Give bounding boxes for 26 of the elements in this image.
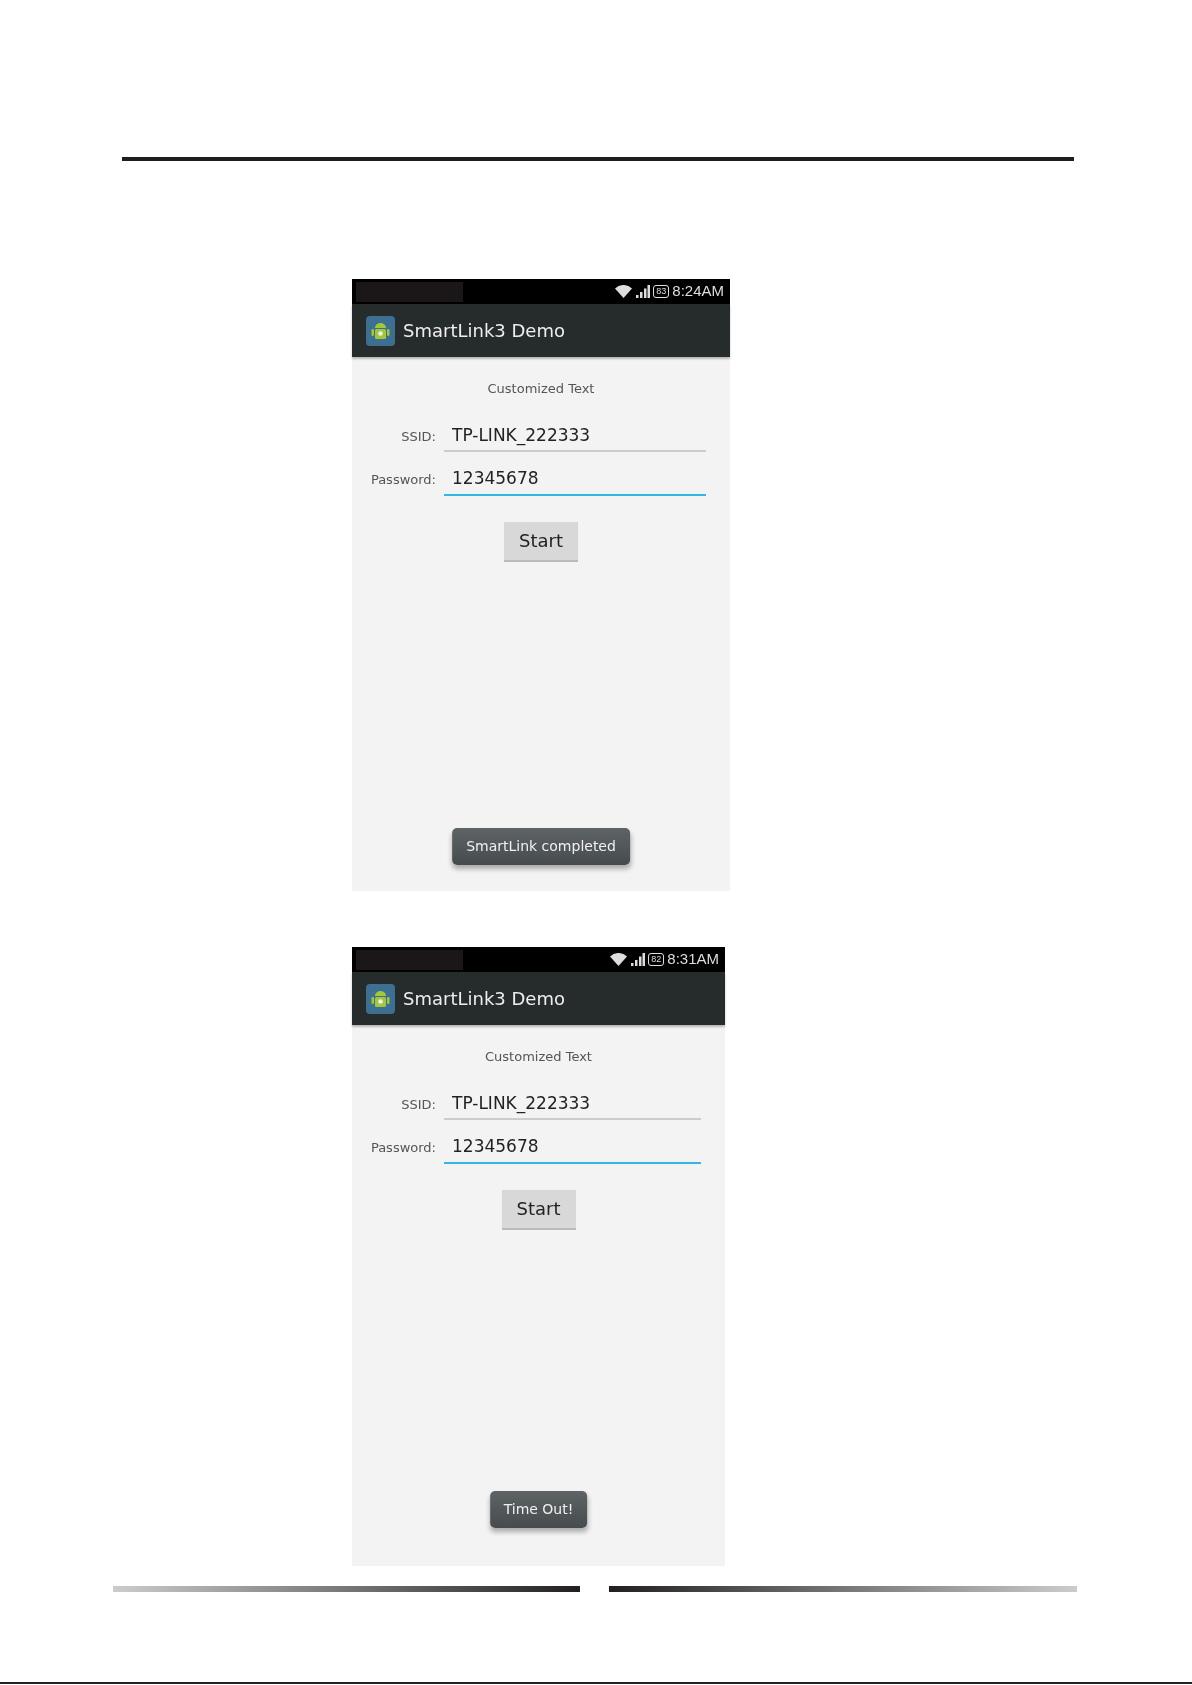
- field-label: Password:: [369, 471, 437, 489]
- customized-text: Customized Text: [486, 380, 596, 398]
- app-title: SmartLink3 Demo: [403, 987, 565, 1011]
- battery-level: 82: [648, 953, 665, 966]
- input-field[interactable]: TP-LINK_222333: [444, 422, 706, 452]
- battery-level: 83: [653, 285, 670, 298]
- android-app-icon: [366, 315, 395, 346]
- input-field[interactable]: 12345678: [444, 466, 706, 496]
- customized-text: Customized Text: [484, 1048, 593, 1066]
- status-time: 8:31AM: [667, 949, 719, 970]
- wifi-icon: [615, 285, 633, 298]
- field-label: SSID:: [400, 427, 437, 446]
- wifi-icon: [610, 953, 628, 966]
- start-button[interactable]: Start: [501, 1189, 576, 1230]
- input-field[interactable]: TP-LINK_222333: [444, 1090, 701, 1120]
- signal-icon: [631, 953, 646, 966]
- input-field[interactable]: 12345678: [444, 1134, 701, 1164]
- field-label: Password:: [369, 1139, 437, 1157]
- android-app-icon: [366, 983, 395, 1014]
- signal-icon: [636, 285, 651, 298]
- toast-message: Time Out!: [489, 1491, 588, 1528]
- status-time: 8:24AM: [672, 281, 724, 302]
- start-button[interactable]: Start: [504, 521, 578, 562]
- toast-message: SmartLink completed: [452, 828, 630, 865]
- field-label: SSID:: [400, 1095, 437, 1114]
- app-title: SmartLink3 Demo: [403, 319, 565, 343]
